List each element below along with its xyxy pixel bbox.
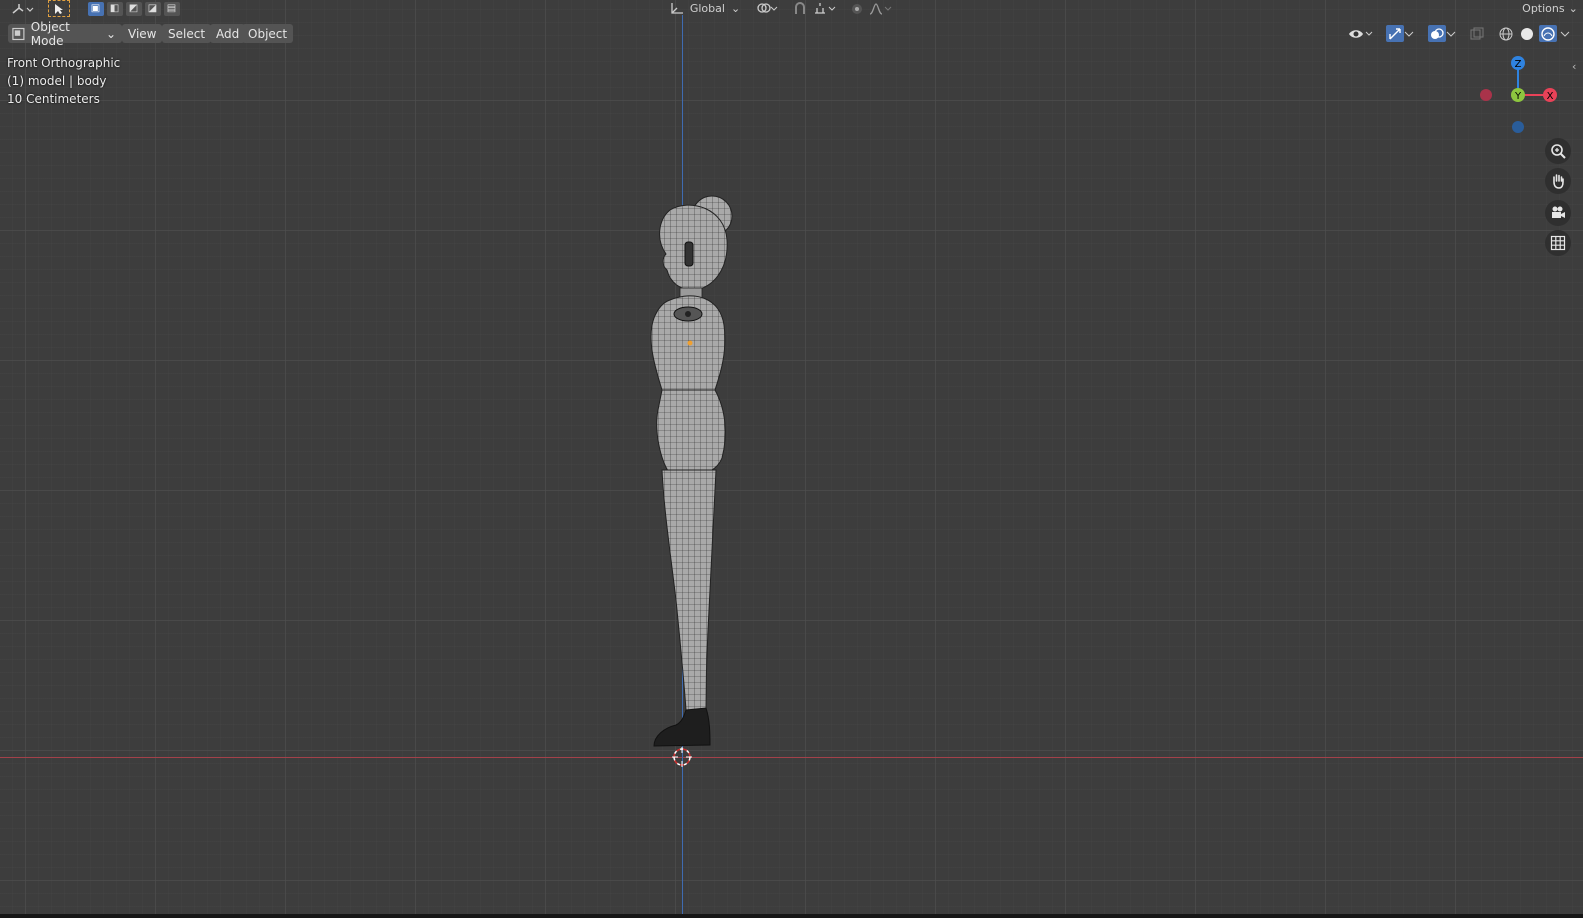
- tool-header: ▣ ◧ ◩ ◪ ▤ Global ⌄ Options ⌄: [0, 0, 1583, 17]
- options-label: Options: [1522, 2, 1565, 15]
- x-axis-label: X: [1547, 91, 1554, 102]
- chevron-down-icon: ⌄: [105, 26, 116, 41]
- menu-add[interactable]: Add: [210, 24, 246, 43]
- sidebar-collapse-icon[interactable]: ‹: [1572, 60, 1576, 73]
- pan-hand-icon[interactable]: [1545, 168, 1571, 194]
- grid-toggle-icon[interactable]: [1545, 230, 1571, 256]
- options-dropdown[interactable]: Options ⌄: [1520, 0, 1580, 17]
- origin-dot: [687, 340, 693, 346]
- falloff-curve-icon[interactable]: [868, 0, 894, 17]
- select-box-subtract-icon[interactable]: ◩: [125, 1, 142, 16]
- scale-info: 10 Centimeters: [7, 92, 100, 106]
- y-axis-label: Y: [1514, 91, 1522, 102]
- chevron-down-icon: ⌄: [730, 2, 741, 15]
- lower-torso: [656, 389, 726, 475]
- select-mode-group: ▣ ◧ ◩ ◪ ▤: [86, 0, 181, 17]
- chevron-down-icon[interactable]: [1560, 30, 1570, 38]
- axes-icon: [671, 3, 683, 14]
- pivot-point-icon[interactable]: [754, 0, 780, 17]
- z-axis-label: Z: [1515, 59, 1522, 70]
- orientation-label: Global: [689, 2, 725, 15]
- chevron-down-icon: ⌄: [1568, 2, 1578, 15]
- view-name: Front Orthographic: [7, 56, 121, 70]
- menu-object[interactable]: Object: [242, 24, 294, 43]
- shading-mode-group: [1494, 24, 1572, 43]
- camera-icon[interactable]: [1545, 200, 1571, 226]
- material-shading-icon[interactable]: [1538, 25, 1557, 42]
- shoe: [653, 707, 711, 747]
- snap-target-icon[interactable]: [812, 0, 838, 17]
- select-box-intersect-icon[interactable]: ▤: [163, 1, 180, 16]
- proportional-editing-icon[interactable]: [848, 0, 866, 17]
- visibility-eye-icon[interactable]: [1346, 24, 1376, 43]
- solid-shading-icon[interactable]: [1518, 27, 1536, 41]
- select-box-invert-icon[interactable]: ◪: [144, 1, 161, 16]
- head: [659, 204, 728, 291]
- object-info: (1) model | body: [7, 74, 107, 88]
- status-strip: [0, 914, 1583, 918]
- menu-select[interactable]: Select: [162, 24, 212, 43]
- gizmo-toggle-icon[interactable]: [1382, 24, 1418, 43]
- right-header-tools: [1346, 24, 1572, 43]
- x-axis-line: [0, 757, 1583, 758]
- menu-view[interactable]: View: [122, 24, 163, 43]
- upper-torso: [650, 295, 726, 391]
- object-mode-dropdown[interactable]: Object Mode ⌄: [8, 20, 122, 48]
- neg-z-axis-dot[interactable]: [1512, 121, 1524, 133]
- character-mesh[interactable]: [640, 190, 750, 770]
- wireframe-shading-icon[interactable]: [1497, 27, 1515, 41]
- xray-toggle-icon[interactable]: [1466, 24, 1488, 43]
- mode-label: Object Mode: [30, 19, 70, 48]
- select-box-new-icon[interactable]: ▣: [87, 1, 104, 16]
- select-tool-icon[interactable]: [48, 0, 70, 17]
- overlays-toggle-icon[interactable]: [1424, 24, 1460, 43]
- leg: [661, 469, 717, 711]
- transform-orientation-dropdown[interactable]: Global ⌄: [666, 0, 744, 17]
- navigation-gizmo[interactable]: Z Y X: [1480, 52, 1564, 136]
- object-mode-icon: [12, 27, 25, 40]
- orientation-gizmo-icon[interactable]: [8, 0, 36, 17]
- 3d-cursor-icon[interactable]: [672, 747, 692, 767]
- zoom-icon[interactable]: [1545, 138, 1571, 164]
- snap-icon[interactable]: [790, 0, 810, 17]
- select-box-extend-icon[interactable]: ◧: [106, 1, 123, 16]
- viewport-header: Object Mode ⌄ View Select Add Object: [0, 20, 1583, 48]
- viewport-info: Front Orthographic (1) model | body 10 C…: [7, 54, 120, 108]
- neg-x-axis-dot[interactable]: [1480, 89, 1492, 101]
- 3d-viewport[interactable]: [0, 0, 1583, 918]
